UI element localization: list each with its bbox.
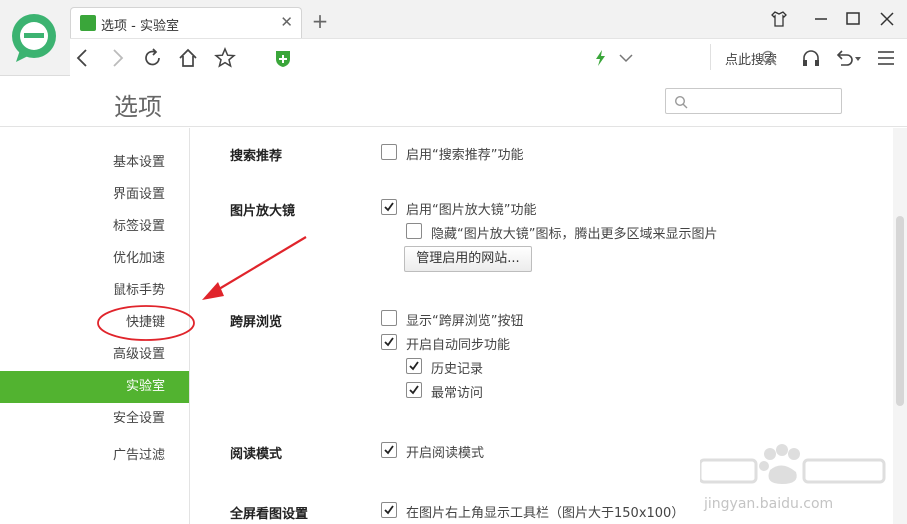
check-icon: [384, 337, 394, 347]
toolbar: 点此搜索: [70, 38, 907, 76]
magnifier-enable-checkbox[interactable]: [381, 199, 397, 215]
sync-history-checkbox[interactable]: [406, 358, 422, 374]
tab-laboratory[interactable]: 选项 - 实验室 ✕: [70, 7, 302, 38]
skin-icon[interactable]: [768, 8, 790, 30]
sidebar-item-basic[interactable]: 基本设置: [0, 147, 189, 179]
home-icon[interactable]: [177, 47, 199, 69]
browser-logo-icon: [12, 14, 56, 62]
chevron-down-icon[interactable]: [615, 47, 637, 69]
lightning-icon[interactable]: [590, 47, 612, 69]
scrollbar-thumb[interactable]: [896, 216, 904, 406]
sidebar-item-shortcuts[interactable]: 快捷键: [0, 307, 189, 339]
section-title-fullscreen-image: 全屏看图设置: [230, 507, 309, 522]
new-tab-button[interactable]: +: [310, 10, 330, 34]
option-label: 开启阅读模式: [406, 446, 485, 461]
sidebar-item-interface[interactable]: 界面设置: [0, 179, 189, 211]
option-label: 隐藏“图片放大镜”图标，腾出更多区域来显示图片: [431, 227, 718, 242]
manage-sites-button[interactable]: 管理启用的网站...: [404, 246, 532, 272]
plugin-shield-icon[interactable]: [272, 47, 294, 69]
cross-screen-button-checkbox[interactable]: [381, 310, 397, 326]
sidebar-item-tabs[interactable]: 标签设置: [0, 211, 189, 243]
check-icon: [409, 385, 419, 395]
sidebar-item-advanced[interactable]: 高级设置: [0, 339, 189, 371]
section-title-search-suggest: 搜索推荐: [230, 149, 283, 164]
page-title: 选项: [114, 93, 162, 121]
sidebar-item-mouse-gestures[interactable]: 鼠标手势: [0, 275, 189, 307]
content-scrollbar[interactable]: [893, 128, 907, 524]
search-suggest-checkbox[interactable]: [381, 144, 397, 160]
menu-icon[interactable]: [875, 47, 897, 69]
check-icon: [384, 202, 394, 212]
options-sidebar: 基本设置 界面设置 标签设置 优化加速 鼠标手势 快捷键 高级设置 实验室 安全…: [0, 128, 190, 524]
check-icon: [384, 445, 394, 455]
watermark-url: jingyan.baidu.com: [704, 496, 834, 512]
back-icon[interactable]: [72, 47, 94, 69]
section-title-cross-screen: 跨屏浏览: [230, 315, 283, 330]
sidebar-item-ad-filter[interactable]: 广告过滤: [0, 440, 189, 472]
magnifier-hide-icon-checkbox[interactable]: [406, 223, 422, 239]
baidu-logo-icon: [698, 444, 886, 484]
sidebar-item-optimize[interactable]: 优化加速: [0, 243, 189, 275]
minimize-icon[interactable]: [810, 8, 832, 30]
search-icon[interactable]: [758, 47, 780, 69]
close-window-icon[interactable]: [876, 8, 898, 30]
tab-title: 选项 - 实验室: [101, 19, 179, 34]
option-label: 历史记录: [431, 362, 484, 377]
browser-chrome: 选项 - 实验室 ✕ + 点此搜索: [0, 0, 907, 76]
sync-most-visited-checkbox[interactable]: [406, 382, 422, 398]
reading-mode-checkbox[interactable]: [381, 442, 397, 458]
search-icon: [674, 95, 688, 109]
check-icon: [409, 361, 419, 371]
fullscreen-toolbar-checkbox[interactable]: [381, 502, 397, 518]
option-label: 开启自动同步功能: [406, 338, 511, 353]
sidebar-item-security[interactable]: 安全设置: [0, 403, 189, 435]
auto-sync-checkbox[interactable]: [381, 334, 397, 350]
tab-close-icon[interactable]: ✕: [280, 13, 293, 31]
options-search-input[interactable]: [665, 88, 842, 114]
check-icon: [384, 505, 394, 515]
option-label: 显示“跨屏浏览”按钮: [406, 314, 524, 329]
wrench-icon: [80, 15, 96, 31]
sidebar-item-laboratory[interactable]: 实验室: [0, 371, 189, 403]
favorite-star-icon[interactable]: [214, 47, 236, 69]
forward-icon[interactable]: [106, 47, 128, 69]
option-label: 启用“搜索推荐”功能: [406, 148, 524, 163]
section-title-reading-mode: 阅读模式: [230, 447, 283, 462]
baidu-jingyan-watermark: jingyan.baidu.com: [698, 440, 890, 520]
maximize-icon[interactable]: [842, 8, 864, 30]
headphones-icon[interactable]: [800, 47, 822, 69]
refresh-icon[interactable]: [142, 47, 164, 69]
option-label: 最常访问: [431, 386, 484, 401]
option-label: 启用“图片放大镜”功能: [406, 203, 537, 218]
section-title-image-magnifier: 图片放大镜: [230, 204, 296, 219]
undo-dropdown-icon[interactable]: [850, 47, 872, 69]
option-label: 在图片右上角显示工具栏（图片大于150x100）: [406, 506, 685, 521]
options-header: 选项: [0, 77, 907, 127]
